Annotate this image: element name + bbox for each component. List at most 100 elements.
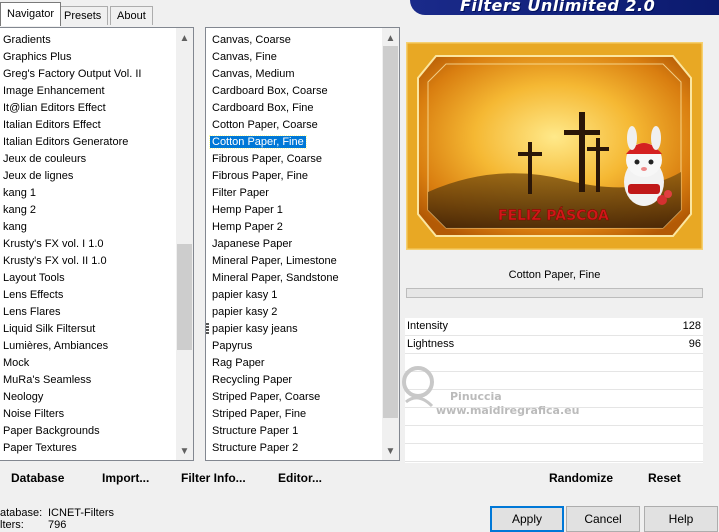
tab-navigator[interactable]: Navigator bbox=[0, 2, 62, 26]
list-item-label: Structure Paper 1 bbox=[212, 425, 299, 437]
list-item-label: Filter Paper bbox=[212, 187, 269, 199]
list-item[interactable]: kang 2 bbox=[0, 202, 176, 219]
list-item[interactable]: Gradients bbox=[0, 32, 176, 49]
list-item[interactable]: Krusty's FX vol. II 1.0 bbox=[0, 253, 176, 270]
watermark-brand: Pinuccia bbox=[450, 390, 502, 403]
status-filters-label: lters: bbox=[0, 519, 24, 531]
list-item[interactable]: Canvas, Medium bbox=[206, 66, 382, 83]
reset-button[interactable]: Reset bbox=[648, 471, 681, 485]
list-item[interactable]: kang bbox=[0, 219, 176, 236]
list-item[interactable]: Graphics Plus bbox=[0, 49, 176, 66]
list-item[interactable]: Fibrous Paper, Fine bbox=[206, 168, 382, 185]
filter-info-button[interactable]: Filter Info... bbox=[181, 471, 246, 485]
list-item-label: Liquid Silk Filtersut bbox=[3, 323, 96, 335]
list-item[interactable]: Italian Editors Generatore bbox=[0, 134, 176, 151]
list-item[interactable]: papier kasy jeans bbox=[206, 321, 382, 338]
list-item-label: papier kasy jeans bbox=[212, 323, 298, 335]
list-item[interactable]: Canvas, Fine bbox=[206, 49, 382, 66]
drag-grip-icon[interactable] bbox=[206, 322, 211, 334]
list-item-label: papier kasy 1 bbox=[212, 289, 278, 301]
tab-presets[interactable]: Presets bbox=[57, 6, 109, 25]
list-item[interactable]: Rag Paper bbox=[206, 355, 382, 372]
list-item[interactable]: Canvas, Coarse bbox=[206, 32, 382, 49]
list-item-label: Lumières, Ambiances bbox=[3, 340, 109, 352]
list-item-label: Paper Textures bbox=[3, 442, 77, 454]
tab-about[interactable]: About bbox=[110, 6, 153, 25]
list-item[interactable]: Mock bbox=[0, 355, 176, 372]
apply-button[interactable]: Apply bbox=[490, 506, 564, 532]
category-scrollbar[interactable]: ▲ ▼ bbox=[176, 28, 193, 460]
list-item[interactable]: Lumières, Ambiances bbox=[0, 338, 176, 355]
list-item[interactable]: Noise Filters bbox=[0, 406, 176, 423]
list-item[interactable]: Jeux de couleurs bbox=[0, 151, 176, 168]
randomize-button[interactable]: Randomize bbox=[549, 471, 613, 485]
scroll-down-icon[interactable]: ▼ bbox=[382, 443, 399, 460]
scroll-up-icon[interactable]: ▲ bbox=[176, 30, 193, 47]
list-item[interactable]: Structure Paper 1 bbox=[206, 423, 382, 440]
list-item[interactable]: Paper Textures bbox=[0, 440, 176, 457]
scroll-up-icon[interactable]: ▲ bbox=[382, 30, 399, 47]
list-item[interactable]: Greg's Factory Output Vol. II bbox=[0, 66, 176, 83]
param-row-lightness[interactable]: Lightness 96 bbox=[405, 336, 703, 354]
list-item[interactable]: Mineral Paper, Sandstone bbox=[206, 270, 382, 287]
import-button[interactable]: Import... bbox=[102, 471, 149, 485]
category-list[interactable]: Gradients Graphics Plus Greg's Factory Out… bbox=[0, 27, 194, 461]
list-item[interactable]: Paper Backgrounds bbox=[0, 423, 176, 440]
list-item[interactable]: papier kasy 1 bbox=[206, 287, 382, 304]
list-item[interactable]: Papyrus bbox=[206, 338, 382, 355]
list-item-label: Krusty's FX vol. I 1.0 bbox=[3, 238, 104, 250]
list-item[interactable]: Layout Tools bbox=[0, 270, 176, 287]
list-item[interactable]: Cardboard Box, Coarse bbox=[206, 83, 382, 100]
list-item[interactable]: Neology bbox=[0, 389, 176, 406]
list-item-label: Rag Paper bbox=[212, 357, 265, 369]
list-item-label: It@lian Editors Effect bbox=[3, 102, 106, 114]
watermark-url: www.maidiregrafica.eu bbox=[436, 404, 580, 417]
list-item[interactable]: kang 1 bbox=[0, 185, 176, 202]
help-button[interactable]: Help bbox=[644, 506, 718, 532]
scroll-thumb[interactable] bbox=[177, 244, 192, 350]
list-item-label: Cardboard Box, Fine bbox=[212, 102, 314, 114]
list-item-label: Mock bbox=[3, 357, 30, 369]
list-item[interactable]: Lens Flares bbox=[0, 304, 176, 321]
list-item[interactable]: Structure Paper 2 bbox=[206, 440, 382, 457]
list-item[interactable]: Cotton Paper, Fine bbox=[206, 134, 382, 151]
list-item[interactable]: Lens Effects bbox=[0, 287, 176, 304]
list-item[interactable]: Cotton Paper, Coarse bbox=[206, 117, 382, 134]
filter-scrollbar[interactable]: ▲ ▼ bbox=[382, 28, 399, 460]
list-item[interactable]: Fibrous Paper, Coarse bbox=[206, 151, 382, 168]
list-item[interactable]: Striped Paper, Fine bbox=[206, 406, 382, 423]
param-value: 96 bbox=[688, 338, 701, 350]
list-item[interactable]: Hemp Paper 2 bbox=[206, 219, 382, 236]
list-item-label: Japanese Paper bbox=[212, 238, 293, 250]
list-item[interactable]: MuRa's Seamless bbox=[0, 372, 176, 389]
list-item-label: Hemp Paper 2 bbox=[212, 221, 283, 233]
editor-button[interactable]: Editor... bbox=[278, 471, 322, 485]
list-item[interactable]: Filter Paper bbox=[206, 185, 382, 202]
list-item-label: Fibrous Paper, Coarse bbox=[212, 153, 323, 165]
list-item[interactable]: Hemp Paper 1 bbox=[206, 202, 382, 219]
scroll-down-icon[interactable]: ▼ bbox=[176, 443, 193, 460]
list-item[interactable]: Cardboard Box, Fine bbox=[206, 100, 382, 117]
banner-title: Filters Unlimited 2.0 bbox=[460, 0, 656, 15]
list-item[interactable]: Liquid Silk Filtersut bbox=[0, 321, 176, 338]
list-item[interactable]: Mineral Paper, Limestone bbox=[206, 253, 382, 270]
list-item-label: Krusty's FX vol. II 1.0 bbox=[3, 255, 107, 267]
scroll-thumb[interactable] bbox=[383, 46, 398, 418]
filter-items: Canvas, Coarse Canvas, Fine Canvas, Medium… bbox=[206, 32, 382, 457]
cancel-button[interactable]: Cancel bbox=[566, 506, 640, 532]
list-item[interactable]: Krusty's FX vol. I 1.0 bbox=[0, 236, 176, 253]
list-item[interactable]: papier kasy 2 bbox=[206, 304, 382, 321]
list-item[interactable]: Italian Editors Effect bbox=[0, 117, 176, 134]
list-item[interactable]: Jeux de lignes bbox=[0, 168, 176, 185]
filter-list[interactable]: Canvas, Coarse Canvas, Fine Canvas, Medium… bbox=[205, 27, 400, 461]
list-item[interactable]: It@lian Editors Effect bbox=[0, 100, 176, 117]
param-label: Lightness bbox=[407, 338, 455, 350]
list-item-label: Recycling Paper bbox=[212, 374, 293, 386]
list-item[interactable]: Japanese Paper bbox=[206, 236, 382, 253]
list-item[interactable]: Recycling Paper bbox=[206, 372, 382, 389]
database-button[interactable]: Database bbox=[11, 471, 64, 485]
param-row-intensity[interactable]: Intensity 128 bbox=[405, 318, 703, 336]
list-item-label: papier kasy 2 bbox=[212, 306, 278, 318]
list-item[interactable]: Striped Paper, Coarse bbox=[206, 389, 382, 406]
list-item[interactable]: Image Enhancement bbox=[0, 83, 176, 100]
